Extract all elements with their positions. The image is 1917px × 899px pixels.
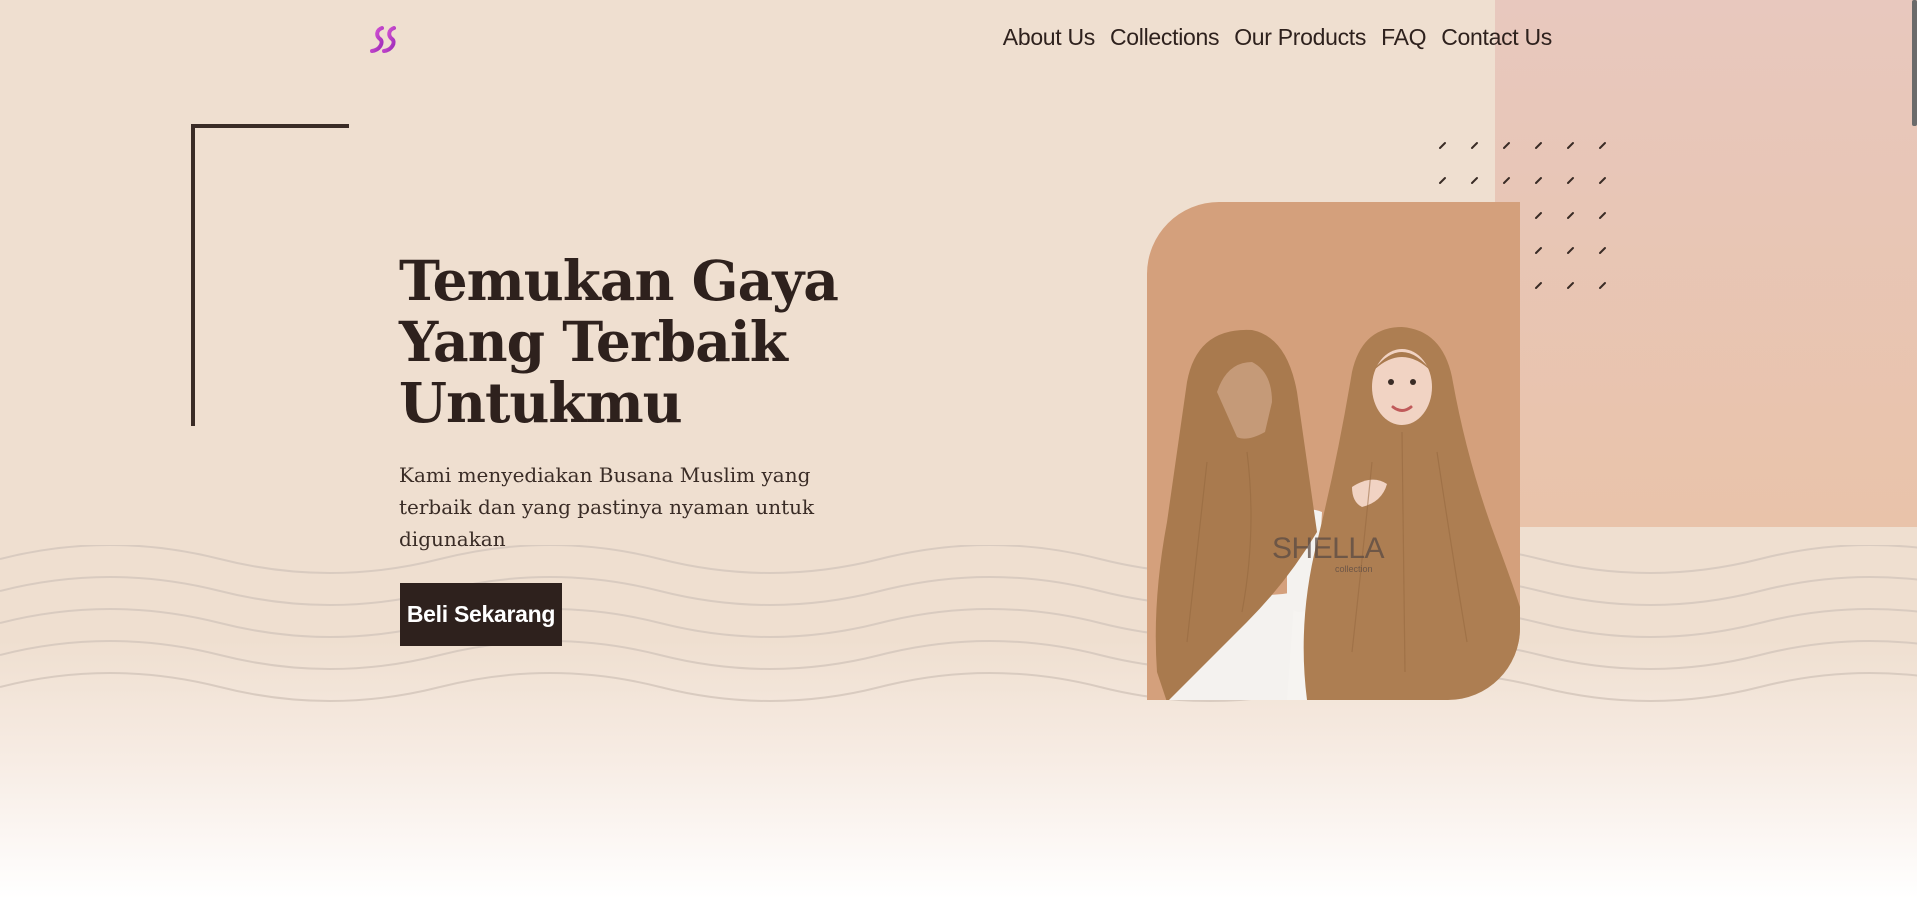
nav-link-about-us[interactable]: About Us (1003, 24, 1096, 51)
hero-description: Kami menyediakan Busana Muslim yang terb… (399, 463, 815, 551)
hero-product-image: SHELLA collection (1147, 202, 1520, 700)
decorative-corner-bracket (191, 124, 349, 426)
decorative-wave-pattern (0, 545, 1917, 702)
nav-link-contact-us[interactable]: Contact Us (1441, 24, 1552, 51)
brand-watermark-subtext: collection (1335, 564, 1373, 574)
main-nav: About Us Collections Our Products FAQ Co… (1003, 24, 1553, 51)
nav-link-our-products[interactable]: Our Products (1234, 24, 1366, 51)
nav-link-faq[interactable]: FAQ (1381, 24, 1426, 51)
buy-now-button[interactable]: Beli Sekarang (400, 583, 562, 646)
nav-link-collections[interactable]: Collections (1110, 24, 1220, 51)
brand-logo-icon[interactable] (368, 24, 402, 56)
brand-watermark: SHELLA (1272, 532, 1385, 565)
hero-title: Temukan Gaya Yang Terbaik Untukmu (399, 248, 839, 435)
scrollbar-thumb[interactable] (1912, 0, 1917, 126)
